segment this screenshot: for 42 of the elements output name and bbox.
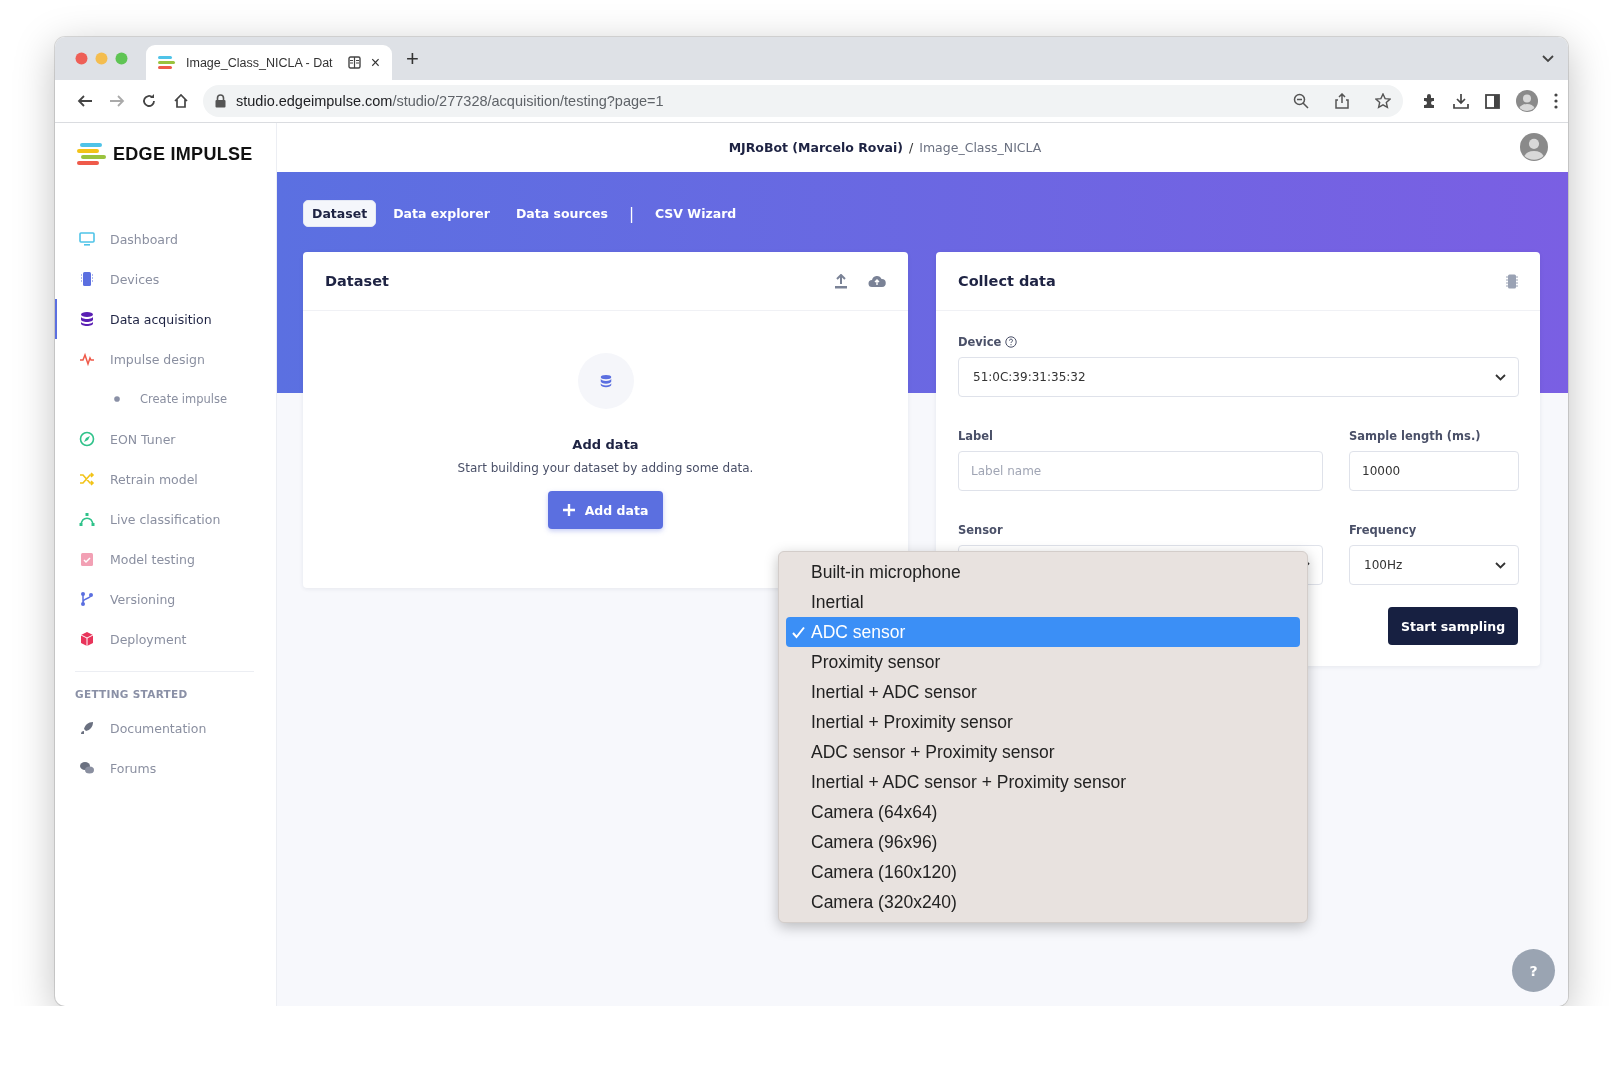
- breadcrumb-current: Image_Class_NICLA: [919, 140, 1042, 155]
- browser-tab[interactable]: Image_Class_NICLA - Dat ×: [146, 45, 392, 80]
- menu-option[interactable]: Proximity sensor: [786, 647, 1300, 677]
- menu-option[interactable]: Camera (64x64): [786, 797, 1300, 827]
- tab[interactable]: Dataset: [303, 200, 377, 227]
- address-bar[interactable]: studio.edgeimpulse.com/studio/277328/acquisition/testing?page=1: [203, 85, 1403, 117]
- menu-option[interactable]: Camera (96x96): [786, 827, 1300, 857]
- field-label: Frequency: [1349, 523, 1418, 537]
- field-label: Sample length (ms.): [1349, 429, 1482, 443]
- tab[interactable]: Data sources: [506, 200, 617, 227]
- section-heading: GETTING STARTED: [74, 688, 189, 700]
- field-label: Device: [958, 335, 1002, 349]
- sample-length-input[interactable]: 10000: [1349, 451, 1519, 491]
- field-label: Label: [958, 429, 995, 443]
- frequency-select[interactable]: 100Hz: [1349, 545, 1519, 585]
- menu-option[interactable]: ADC sensor + Proximity sensor: [786, 737, 1300, 767]
- empty-state-title: Add data: [572, 437, 639, 452]
- breadcrumb-separator: /: [909, 140, 914, 155]
- breadcrumb-link[interactable]: MJRoBot (Marcelo Rovai): [728, 140, 904, 155]
- menu-option[interactable]: Inertial + Proximity sensor: [786, 707, 1300, 737]
- card-title: Dataset: [325, 273, 389, 289]
- tab-separator: |: [628, 204, 634, 223]
- menu-option[interactable]: Camera (320x240): [786, 887, 1300, 917]
- label-input[interactable]: Label name: [958, 451, 1323, 491]
- card-title: Collect data: [958, 273, 1056, 289]
- menu-option[interactable]: Inertial + ADC sensor: [786, 677, 1300, 707]
- close-button[interactable]: ×: [370, 53, 380, 72]
- tab[interactable]: Data explorer: [384, 200, 499, 227]
- add-data-button[interactable]: Add data: [548, 491, 663, 529]
- start-sampling-button[interactable]: Start sampling: [1388, 607, 1518, 645]
- device-select[interactable]: 51:0C:39:31:35:32: [958, 357, 1519, 397]
- menu-option[interactable]: Camera (160x120): [786, 857, 1300, 887]
- logo-text: EDGE IMPULSE: [113, 143, 253, 165]
- menu-option[interactable]: Inertial: [786, 587, 1300, 617]
- empty-state-text: Start building your dataset by adding some data.: [457, 461, 754, 475]
- menu-option[interactable]: Built-in microphone: [786, 557, 1300, 587]
- tab[interactable]: CSV Wizard: [645, 200, 746, 227]
- field-label: Sensor: [958, 523, 1004, 537]
- url-text: studio.edgeimpulse.com/studio/277328/acquisition/testing?page=1: [236, 93, 664, 109]
- menu-option[interactable]: Inertial + ADC sensor + Proximity sensor: [786, 767, 1300, 797]
- tab-title: Image_Class_NICLA - Dat: [186, 55, 334, 70]
- new-tab-button[interactable]: +: [406, 45, 419, 72]
